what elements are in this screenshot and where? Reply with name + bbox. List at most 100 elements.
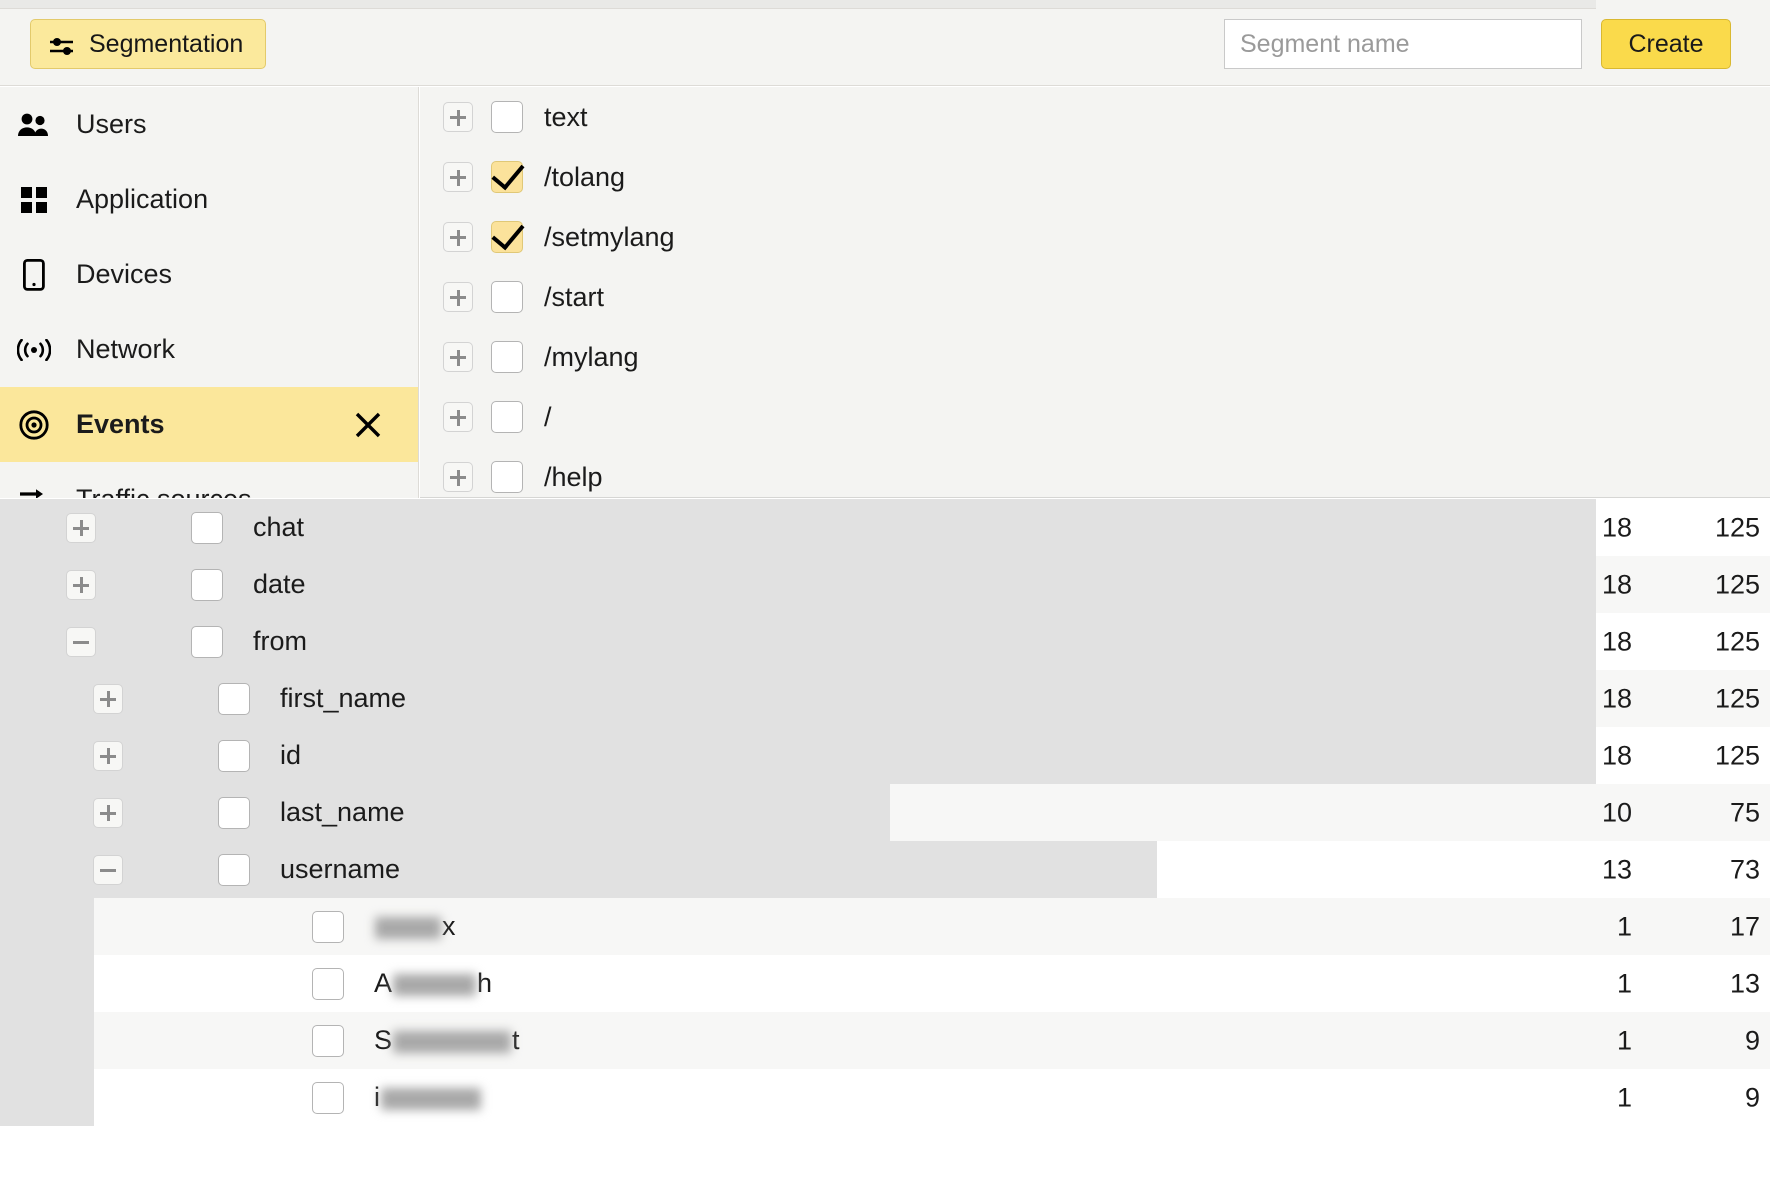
- segmentation-button[interactable]: Segmentation: [30, 19, 267, 69]
- row-total-value: 75: [1729, 797, 1760, 827]
- sliders-icon: [49, 34, 75, 55]
- row-count-value: 1: [1616, 968, 1632, 998]
- row-value-bar: [0, 955, 94, 1012]
- row-total-value: 125: [1714, 569, 1760, 599]
- tree-row-checkbox[interactable]: [491, 401, 523, 433]
- tree-row[interactable]: text: [420, 87, 1770, 147]
- expand-icon[interactable]: [443, 222, 473, 252]
- sidebar-item-label: Events: [76, 409, 165, 439]
- tree-row-label: /tolang: [544, 161, 626, 192]
- tree-row-label: /help: [544, 461, 603, 492]
- table-row[interactable]: chat 18 125: [0, 499, 1770, 556]
- tree-row-label: /setmylang: [544, 221, 675, 252]
- tree-row[interactable]: /help: [420, 447, 1770, 497]
- tree-row-label: text: [544, 101, 588, 132]
- grid-icon: [12, 183, 56, 217]
- table-row-checkbox[interactable]: [218, 853, 250, 886]
- row-count-value: 1: [1616, 1082, 1632, 1112]
- row-value-bar: [0, 841, 1157, 898]
- sidebar-item-events[interactable]: Events: [0, 387, 418, 462]
- row-count-value: 1: [1616, 911, 1632, 941]
- left-sidebar: Users Application Devices Network Events: [0, 87, 419, 498]
- expand-icon[interactable]: [443, 402, 473, 432]
- tree-row-checkbox[interactable]: [491, 101, 523, 133]
- tree-row-checkbox[interactable]: [491, 281, 523, 313]
- redacted-text: [375, 916, 441, 939]
- header-top-strip: [0, 0, 1596, 9]
- table-row[interactable]: from 18 125: [0, 613, 1770, 670]
- table-row-label: chat: [253, 512, 305, 542]
- expand-icon[interactable]: [93, 797, 123, 828]
- row-total-value: 13: [1729, 968, 1760, 998]
- table-row[interactable]: first_name 18 125: [0, 670, 1770, 727]
- tree-row[interactable]: /: [420, 387, 1770, 447]
- create-button[interactable]: Create: [1601, 19, 1731, 69]
- sidebar-item-network[interactable]: Network: [0, 312, 418, 387]
- table-row[interactable]: last_name 10 75: [0, 784, 1770, 841]
- row-value-bar: [0, 613, 1596, 670]
- tree-row-checkbox[interactable]: [491, 341, 523, 373]
- expand-icon[interactable]: [93, 740, 123, 771]
- tree-row-checkbox[interactable]: [491, 221, 523, 253]
- tree-row[interactable]: /start: [420, 267, 1770, 327]
- row-total-value: 125: [1714, 512, 1760, 542]
- row-count-value: 18: [1601, 683, 1632, 713]
- expand-icon[interactable]: [66, 569, 96, 600]
- row-count-value: 18: [1601, 626, 1632, 656]
- table-row-checkbox[interactable]: [312, 910, 344, 943]
- event-properties-table: chat 18 125 date 18 125 from 18 125 first_name 18 1…: [0, 499, 1770, 1192]
- table-row-label: i: [374, 1082, 482, 1113]
- row-total-value: 9: [1744, 1025, 1760, 1055]
- table-row[interactable]: username 13 73: [0, 841, 1770, 898]
- table-row[interactable]: x 1 17: [0, 898, 1770, 955]
- sidebar-item-devices[interactable]: Devices: [0, 237, 418, 312]
- table-row-label: from: [253, 626, 307, 656]
- expand-icon[interactable]: [443, 282, 473, 312]
- expand-icon[interactable]: [66, 512, 96, 543]
- table-row[interactable]: i 1 9: [0, 1069, 1770, 1126]
- tree-row-checkbox[interactable]: [491, 461, 523, 493]
- table-row-checkbox[interactable]: [218, 739, 250, 772]
- expand-icon[interactable]: [443, 102, 473, 132]
- expand-icon[interactable]: [443, 162, 473, 192]
- target-icon: [12, 408, 56, 442]
- row-value-bar: [0, 898, 94, 955]
- table-row-checkbox[interactable]: [218, 796, 250, 829]
- table-row-checkbox[interactable]: [191, 625, 223, 658]
- sidebar-item-application[interactable]: Application: [0, 162, 418, 237]
- expand-icon[interactable]: [443, 342, 473, 372]
- row-total-value: 125: [1714, 683, 1760, 713]
- table-row[interactable]: id 18 125: [0, 727, 1770, 784]
- redacted-text: [393, 973, 477, 996]
- table-row-checkbox[interactable]: [218, 682, 250, 715]
- collapse-icon[interactable]: [66, 626, 96, 657]
- tree-row-checkbox[interactable]: [491, 161, 523, 193]
- close-icon[interactable]: [354, 411, 382, 439]
- event-segment-tree-panel: text/tolang/setmylang/start/mylang / /help…: [420, 87, 1770, 498]
- table-row-checkbox[interactable]: [312, 1081, 344, 1114]
- expand-icon[interactable]: [443, 462, 473, 492]
- row-count-value: 18: [1601, 512, 1632, 542]
- tree-row-label: /: [544, 401, 552, 432]
- sidebar-item-traffic-sources[interactable]: Traffic sources: [0, 462, 418, 498]
- expand-icon[interactable]: [93, 683, 123, 714]
- table-row-checkbox[interactable]: [191, 568, 223, 601]
- table-row-checkbox[interactable]: [312, 967, 344, 1000]
- collapse-icon[interactable]: [93, 854, 123, 885]
- tree-row[interactable]: /setmylang: [420, 207, 1770, 267]
- table-row-checkbox[interactable]: [312, 1024, 344, 1057]
- signal-icon: [12, 333, 56, 367]
- table-row-checkbox[interactable]: [191, 511, 223, 544]
- table-row[interactable]: date 18 125: [0, 556, 1770, 613]
- sidebar-item-users[interactable]: Users: [0, 87, 418, 162]
- tree-row[interactable]: /mylang: [420, 327, 1770, 387]
- top-header-bar: Segmentation Create: [0, 0, 1770, 86]
- expander-spacer: [246, 969, 276, 999]
- segment-name-input[interactable]: [1224, 19, 1582, 69]
- sidebar-item-label: Devices: [76, 259, 173, 289]
- table-row[interactable]: Ah 1 13: [0, 955, 1770, 1012]
- table-row[interactable]: St 1 9: [0, 1012, 1770, 1069]
- redacted-text: [393, 1030, 512, 1053]
- tree-row[interactable]: /tolang: [420, 147, 1770, 207]
- row-count-value: 18: [1601, 740, 1632, 770]
